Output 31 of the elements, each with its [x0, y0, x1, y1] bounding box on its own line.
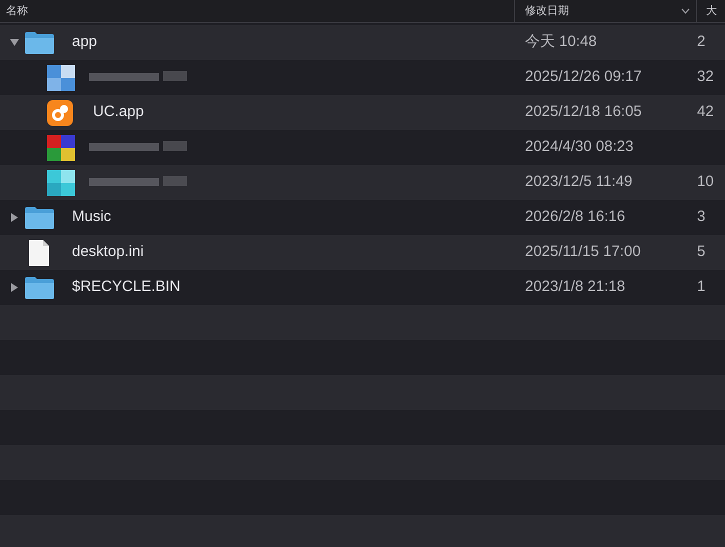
file-size: 32 — [697, 67, 714, 88]
column-header[interactable]: 名称 — [0, 0, 515, 22]
modified-date: 2023/1/8 21:18 — [525, 277, 626, 298]
file-name: UC.app — [93, 102, 144, 122]
file-size: 2 — [697, 32, 706, 52]
modified-date: 2025/12/26 09:17 — [525, 67, 643, 88]
folder-icon — [24, 206, 54, 230]
modified-date: 2024/4/30 08:23 — [525, 137, 634, 158]
folder-icon — [24, 30, 54, 54]
column-header[interactable]: 修改日期 — [525, 2, 569, 20]
file-name: app — [72, 32, 98, 52]
column-header[interactable]: 大 — [697, 2, 717, 20]
file-size: 10 — [697, 172, 714, 192]
modified-date: 2025/12/18 16:05 — [525, 102, 643, 122]
modified-date: 2026/2/8 16:16 — [525, 207, 626, 228]
file-size: 3 — [697, 207, 706, 228]
file-size: 1 — [697, 277, 706, 298]
file-size: 5 — [697, 242, 706, 262]
collapse-caret-icon[interactable] — [10, 38, 18, 47]
expand-caret-icon[interactable] — [10, 213, 18, 222]
file-name: desktop.ini — [72, 242, 144, 262]
modified-date: 2025/11/15 17:00 — [525, 242, 642, 262]
file-size: 42 — [697, 102, 714, 122]
folder-icon — [24, 276, 54, 300]
document-icon — [28, 238, 50, 266]
file-name: Music — [72, 207, 112, 228]
file-name: $RECYCLE.BIN — [72, 277, 180, 298]
expand-caret-icon[interactable] — [10, 283, 18, 292]
modified-date: 今天 10:48 — [525, 32, 598, 52]
chevron-down-icon[interactable] — [681, 8, 690, 14]
modified-date: 2023/12/5 11:49 — [525, 172, 634, 192]
